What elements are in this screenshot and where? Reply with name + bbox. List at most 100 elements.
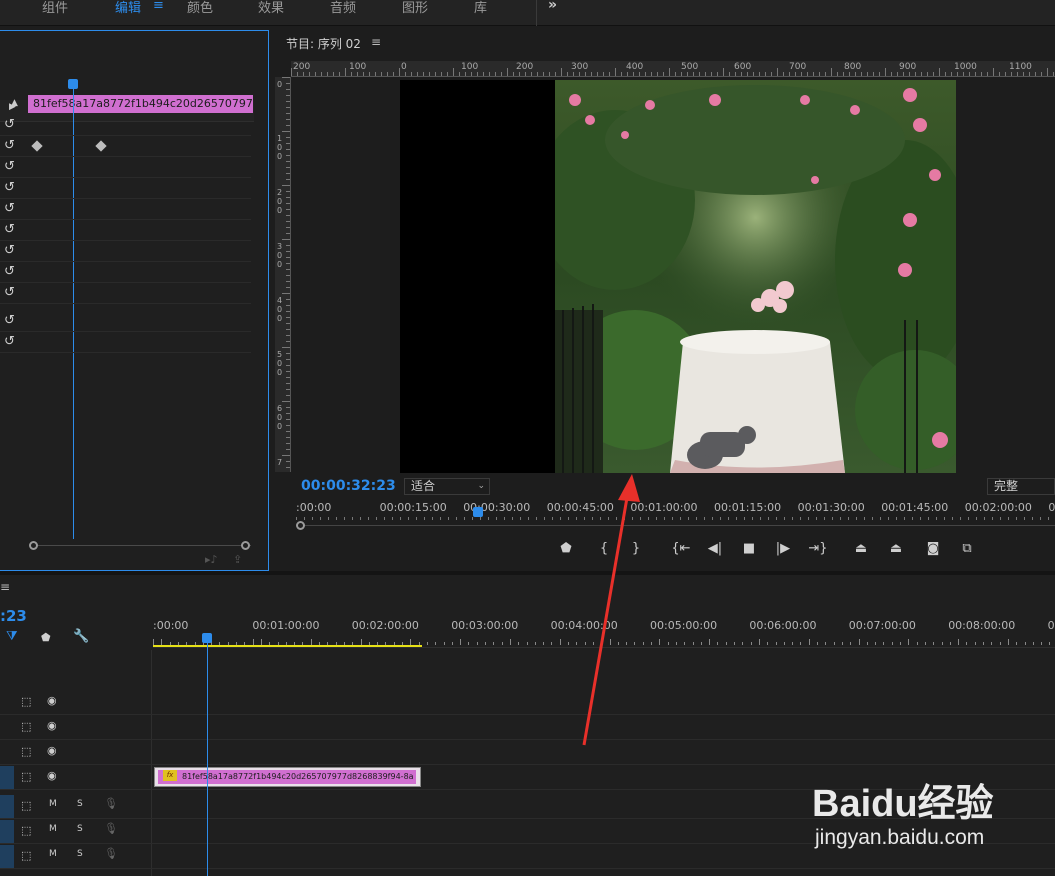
track-target[interactable]	[0, 820, 14, 843]
reset-icon[interactable]: ↺	[4, 159, 15, 174]
in-point-icon[interactable]: {	[594, 541, 614, 556]
property-row: ↺	[0, 178, 251, 199]
go-to-out-icon[interactable]: ⇥}	[808, 541, 828, 556]
timeline-playhead[interactable]	[202, 633, 212, 643]
property-row: ↺	[0, 199, 251, 220]
zoom-scrollbar[interactable]	[29, 541, 251, 553]
reset-icon[interactable]: ↺	[4, 313, 15, 328]
eye-icon[interactable]: ◉	[47, 744, 57, 757]
solo-button[interactable]: S	[77, 799, 83, 809]
microphone-icon[interactable]: 🎙	[104, 847, 118, 860]
step-back-icon[interactable]: ◀|	[705, 541, 725, 556]
clip-body[interactable]: 81fef58a17a8772f1b494c20d265707977d82688…	[158, 770, 416, 784]
microphone-icon[interactable]: 🎙	[104, 797, 118, 810]
playhead-timecode[interactable]: 00:00:32:23	[301, 478, 396, 494]
solo-button[interactable]: S	[77, 824, 83, 834]
reset-icon[interactable]: ↺	[4, 117, 15, 132]
timeline-ruler[interactable]: :00:00 00:01:00:00 00:02:00:00 00:03:00:00 0…	[153, 615, 1055, 648]
ruler-label: 0	[277, 80, 283, 89]
reset-icon[interactable]: ↺	[4, 138, 15, 153]
collapse-icon[interactable]: ▲	[11, 98, 18, 108]
time-label: 00:05:00:00	[650, 619, 718, 632]
microphone-icon[interactable]: 🎙	[104, 822, 118, 835]
toggle-sync-icon[interactable]: ⬚	[21, 695, 31, 708]
timeline-timecode[interactable]: :23	[0, 607, 27, 625]
clip-bar[interactable]: 81fef58a17a8772f1b494c20d265707977d826	[28, 95, 253, 113]
ruler-label: 300	[571, 62, 589, 72]
track-target[interactable]	[0, 845, 14, 868]
reset-icon[interactable]: ↺	[4, 334, 15, 349]
eye-icon[interactable]: ◉	[47, 719, 57, 732]
reset-icon[interactable]: ↺	[4, 264, 15, 279]
toggle-sync-icon[interactable]: ⬚	[21, 745, 31, 758]
go-to-in-icon[interactable]: {⇤	[671, 541, 691, 556]
work-area-bar[interactable]	[153, 645, 422, 647]
lift-icon[interactable]: ⏏	[851, 541, 871, 556]
compare-icon[interactable]: ⧉	[957, 541, 977, 556]
zoom-level-dropdown[interactable]: 适合 ⌄	[404, 478, 490, 495]
program-time-ruler[interactable]: :00:00 00:00:15:00 00:00:30:00 00:00:45:00 0…	[296, 498, 1055, 520]
toggle-sync-icon[interactable]: ⬚	[21, 799, 31, 812]
more-workspaces-icon[interactable]: »	[548, 0, 557, 13]
camera-icon[interactable]: ◙	[923, 541, 943, 556]
tab-color[interactable]: 颜色	[187, 0, 213, 16]
video-track[interactable]: ⬚ ◉	[0, 690, 1055, 715]
tab-effects[interactable]: 效果	[258, 0, 284, 16]
track-target[interactable]	[0, 766, 14, 789]
out-point-icon[interactable]: }	[626, 541, 646, 556]
scroll-start-handle[interactable]	[29, 541, 38, 550]
reset-icon[interactable]: ↺	[4, 201, 15, 216]
ruler-label: 300	[277, 242, 283, 269]
reset-icon[interactable]: ↺	[4, 222, 15, 237]
vertical-ruler: 0 100 200 300 400 500 600 7	[275, 77, 291, 472]
wrench-icon[interactable]: 🔧	[73, 629, 89, 644]
marker-icon[interactable]: ⬟	[556, 541, 576, 556]
workspace-bar: 组件 编辑 ≡ 颜色 效果 音频 图形 库 »	[0, 0, 1055, 26]
video-track[interactable]: ⬚ ◉	[0, 740, 1055, 765]
time-label: 00:01:00:00	[252, 619, 320, 632]
watermark-brand: Baidu经验	[812, 783, 994, 825]
video-track[interactable]: ⬚ ◉	[0, 715, 1055, 740]
toggle-sync-icon[interactable]: ⬚	[21, 849, 31, 862]
playback-resolution-dropdown[interactable]: 完整	[987, 478, 1055, 495]
program-scrub-track[interactable]	[296, 525, 1055, 526]
scroll-end-handle[interactable]	[241, 541, 250, 550]
toggle-sync-icon[interactable]: ⬚	[21, 720, 31, 733]
toggle-sync-icon[interactable]: ⬚	[21, 824, 31, 837]
add-marker-icon[interactable]: ⬟	[41, 631, 51, 644]
scrub-zoom-handle[interactable]	[296, 521, 305, 530]
mute-button[interactable]: M	[49, 849, 57, 859]
reset-icon[interactable]: ↺	[4, 243, 15, 258]
property-row: ↺	[0, 311, 251, 332]
snap-icon[interactable]: ⧩	[6, 629, 18, 644]
tab-graphics[interactable]: 图形	[402, 0, 428, 16]
timeline-menu-icon[interactable]: ≡	[0, 580, 10, 594]
program-playhead[interactable]	[473, 507, 483, 517]
property-row: ↺	[0, 157, 251, 178]
reset-icon[interactable]: ↺	[4, 180, 15, 195]
toggle-sync-icon[interactable]: ⬚	[21, 770, 31, 783]
step-forward-icon[interactable]: |▶	[773, 541, 793, 556]
tab-audio[interactable]: 音频	[330, 0, 356, 16]
mute-button[interactable]: M	[49, 799, 57, 809]
mute-button[interactable]: M	[49, 824, 57, 834]
tab-libraries[interactable]: 库	[474, 0, 487, 16]
eye-icon[interactable]: ◉	[47, 694, 57, 707]
ruler-label: 200	[277, 188, 283, 215]
property-row: ↺	[0, 220, 251, 241]
export-icon[interactable]: ⇪	[233, 553, 242, 566]
tab-editing[interactable]: 编辑	[115, 0, 141, 16]
stop-icon[interactable]: ■	[739, 541, 759, 556]
panel-menu-icon[interactable]: ≡	[371, 35, 381, 49]
track-target[interactable]	[0, 795, 14, 818]
tab-assembly[interactable]: 组件	[42, 0, 68, 16]
extract-icon[interactable]: ⏏	[886, 541, 906, 556]
audio-export-icon[interactable]: ▸♪	[205, 553, 218, 566]
playhead-handle[interactable]	[68, 79, 78, 89]
reset-icon[interactable]: ↺	[4, 285, 15, 300]
timeline-clip[interactable]: 81fef58a17a8772f1b494c20d265707977d82688…	[154, 767, 421, 787]
eye-icon[interactable]: ◉	[47, 769, 57, 782]
workspace-menu-icon[interactable]: ≡	[153, 0, 164, 13]
playback-resolution-value: 完整	[994, 479, 1019, 493]
solo-button[interactable]: S	[77, 849, 83, 859]
